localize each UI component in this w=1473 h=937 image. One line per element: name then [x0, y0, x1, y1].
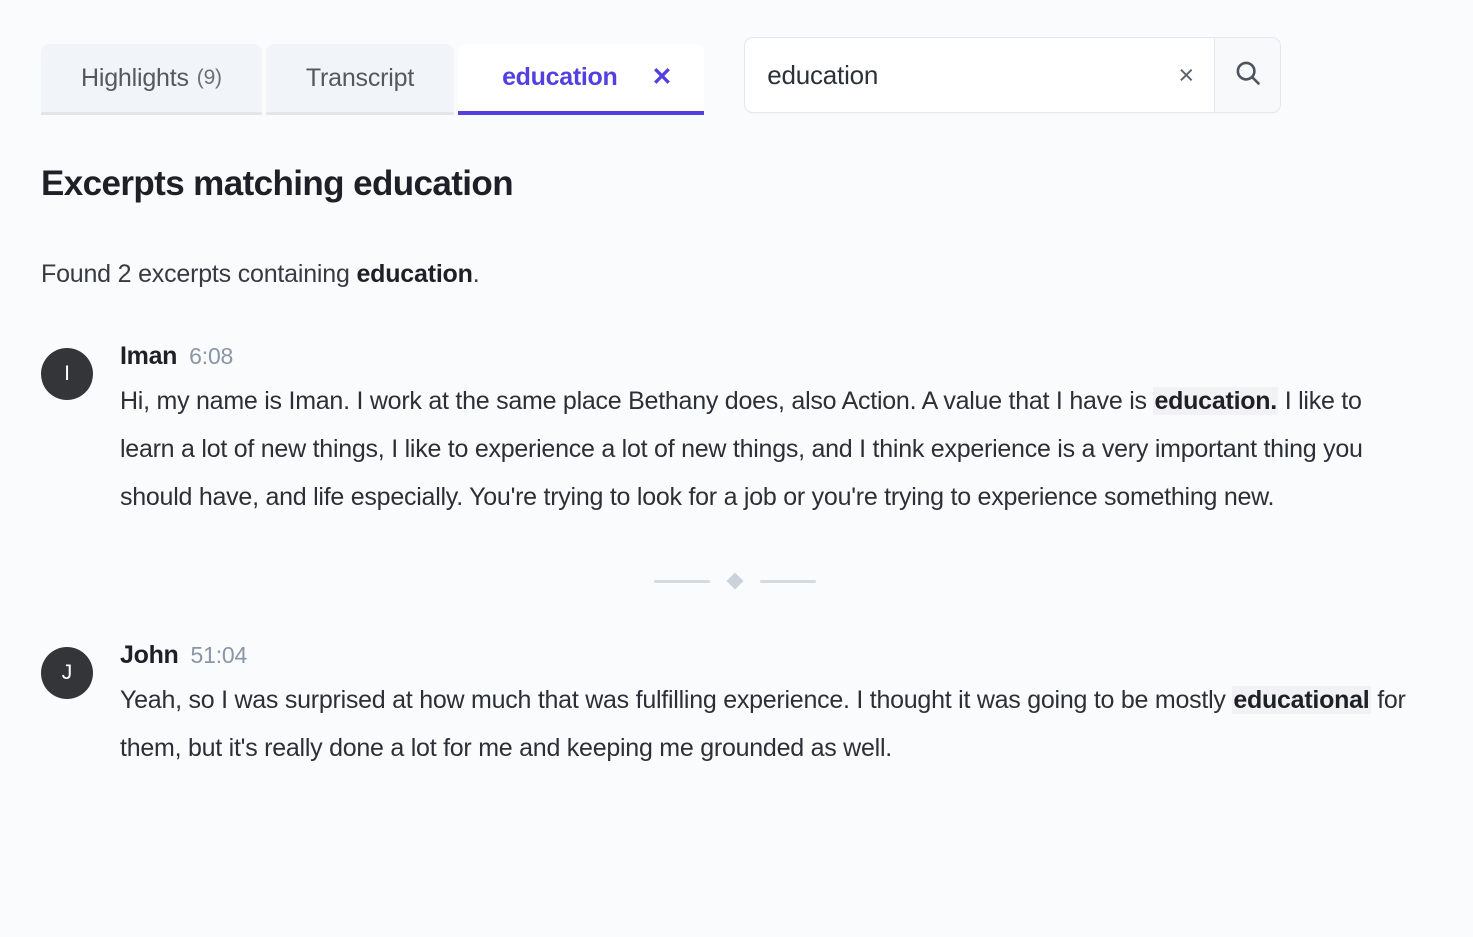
divider-line-left: [654, 579, 710, 583]
excerpt-text-before: Yeah, so I was surprised at how much tha…: [120, 686, 1233, 714]
search-bar: ×: [744, 37, 1282, 113]
excerpt-item[interactable]: J John 51:04 Yeah, so I was surprised at…: [41, 641, 1429, 772]
search-submit-button[interactable]: [1214, 38, 1281, 112]
excerpt-meta: Iman 6:08: [120, 342, 1429, 371]
timestamp[interactable]: 51:04: [191, 642, 248, 669]
timestamp[interactable]: 6:08: [189, 343, 233, 370]
toolbar: Highlights (9) Transcript education ✕ ×: [0, 0, 1473, 115]
excerpt-divider: [41, 569, 1429, 593]
tab-transcript-label: Transcript: [305, 63, 415, 92]
page-title: Excerpts matching education: [41, 164, 514, 203]
search-icon: [1233, 58, 1263, 93]
avatar: I: [41, 348, 93, 400]
search-input[interactable]: [745, 38, 1159, 112]
tab-strip: Highlights (9) Transcript education ✕: [41, 36, 708, 115]
close-icon[interactable]: ✕: [651, 65, 672, 90]
divider-line-right: [760, 579, 816, 583]
speaker-name: John: [120, 641, 179, 669]
highlighted-term: education.: [1153, 387, 1278, 415]
excerpt-item[interactable]: I Iman 6:08 Hi, my name is Iman. I work …: [41, 342, 1429, 521]
tab-education[interactable]: education ✕: [458, 44, 705, 115]
results-summary-prefix: Found 2 excerpts containing: [41, 260, 357, 288]
tab-highlights-count: (9): [196, 66, 222, 89]
excerpt-meta: John 51:04: [120, 641, 1429, 670]
excerpt-text: Hi, my name is Iman. I work at the same …: [120, 377, 1420, 521]
diamond-icon: [726, 572, 744, 590]
excerpt-body: John 51:04 Yeah, so I was surprised at h…: [120, 641, 1429, 772]
results-summary-suffix: .: [472, 260, 480, 288]
excerpt-text-before: Hi, my name is Iman. I work at the same …: [120, 387, 1154, 415]
tab-education-label: education: [502, 63, 618, 91]
speaker-name: Iman: [120, 342, 178, 370]
tab-highlights[interactable]: Highlights (9): [41, 44, 262, 115]
excerpt-body: Iman 6:08 Hi, my name is Iman. I work at…: [120, 342, 1429, 521]
highlighted-term: educational: [1232, 686, 1371, 714]
tab-highlights-label: Highlights: [81, 63, 189, 92]
results-summary: Found 2 excerpts containing education.: [41, 260, 1429, 289]
excerpt-text: Yeah, so I was surprised at how much tha…: [120, 676, 1420, 772]
results-summary-term: education: [356, 260, 473, 288]
clear-search-icon[interactable]: ×: [1158, 38, 1214, 112]
tab-transcript[interactable]: Transcript: [265, 44, 455, 115]
avatar: J: [41, 647, 93, 699]
results-panel: Excerpts matching education Found 2 exce…: [0, 164, 1473, 772]
